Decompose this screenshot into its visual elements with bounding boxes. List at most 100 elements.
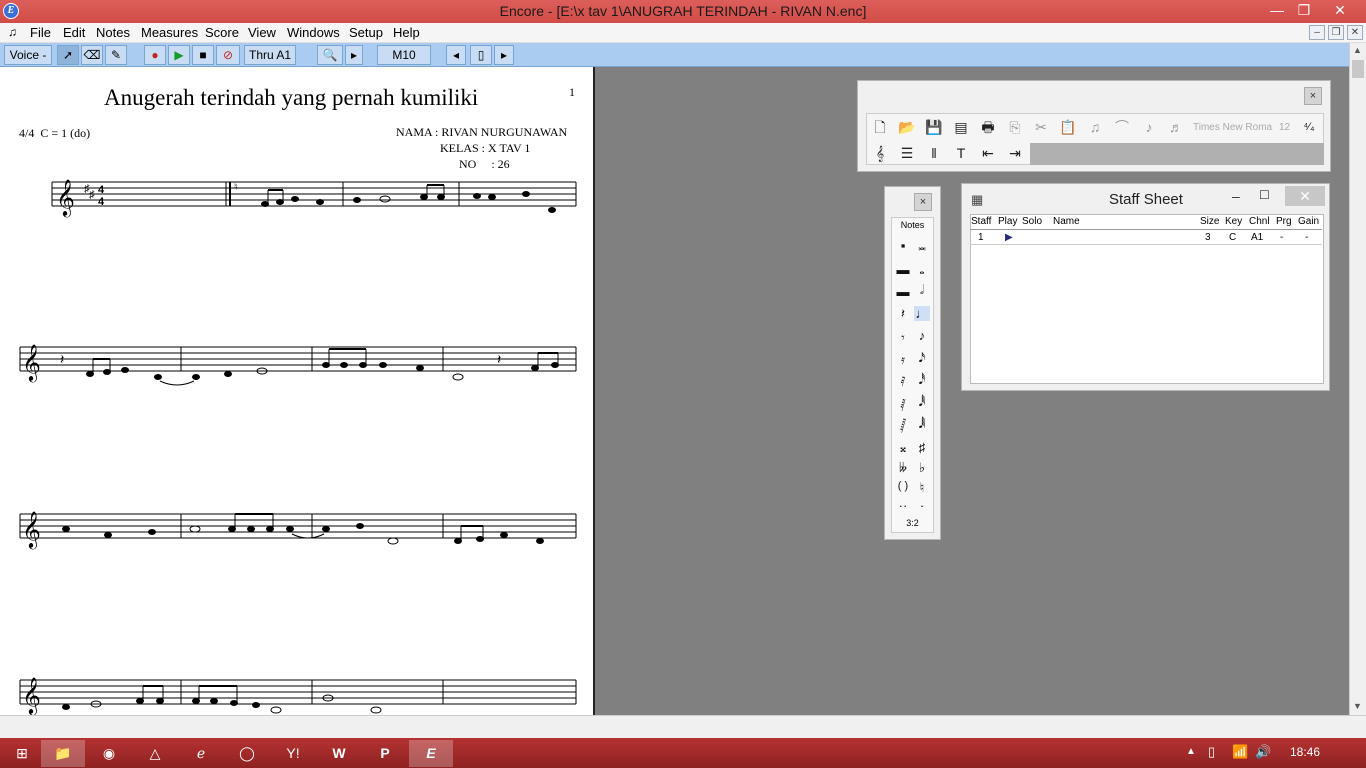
word-icon[interactable]: W: [317, 740, 361, 767]
close-button[interactable]: ✕: [1325, 0, 1355, 22]
time-signature-icon[interactable]: ⁴⁄₄: [1299, 117, 1319, 137]
sixty-fourth-note-icon[interactable]: 𝅘𝅥𝅱: [914, 394, 930, 410]
cell-size[interactable]: 3: [1205, 232, 1211, 243]
menu-setup[interactable]: Setup: [349, 25, 383, 40]
quarter-rest-icon[interactable]: 𝄽: [895, 306, 911, 322]
cell-staff[interactable]: 1: [978, 232, 984, 243]
next-page-icon[interactable]: ▸: [494, 45, 514, 65]
thirty-second-rest-icon[interactable]: 𝅀: [895, 374, 911, 390]
measure-field[interactable]: M10: [377, 45, 431, 65]
staff-system-2[interactable]: 𝄞 𝄽 𝄽: [0, 337, 595, 392]
zoom-icon[interactable]: 🔍: [317, 45, 343, 65]
sixty-fourth-rest-icon[interactable]: 𝅁: [895, 396, 911, 412]
eighth-note-icon[interactable]: ♪: [914, 328, 930, 343]
menu-file[interactable]: File: [30, 25, 51, 40]
document-icon[interactable]: ♫: [8, 25, 17, 39]
staff-sheet-minimize-button[interactable]: –: [1232, 188, 1240, 204]
print-icon[interactable]: 🖶: [978, 117, 998, 137]
open-folder-icon[interactable]: 📂: [897, 117, 917, 137]
restore-button[interactable]: ❐: [1289, 0, 1319, 22]
add-measure-icon[interactable]: ⇥: [1005, 143, 1025, 163]
hundred-twenty-eighth-note-icon[interactable]: 𝅘𝅥𝅲: [914, 416, 930, 432]
ie-icon[interactable]: ℯ: [179, 740, 223, 767]
parentheses-icon[interactable]: ( ): [895, 480, 911, 492]
explorer-icon[interactable]: 📁: [41, 740, 85, 767]
flat-icon[interactable]: ♭: [914, 460, 930, 476]
staff-system-1[interactable]: 𝄞 ♯ ♯ 44 ♮: [0, 172, 595, 222]
copy-icon[interactable]: ⎘: [1005, 117, 1025, 137]
header-play[interactable]: Play: [998, 216, 1017, 227]
stop-icon[interactable]: ■: [192, 45, 214, 65]
start-icon[interactable]: ⊞: [0, 740, 44, 767]
sixteenth-rest-icon[interactable]: 𝄿: [895, 352, 911, 368]
mdi-minimize-button[interactable]: –: [1309, 25, 1325, 40]
eighth-rest-icon[interactable]: 𝄾: [895, 330, 911, 346]
voice-dropdown[interactable]: Voice -: [4, 45, 52, 65]
natural-icon[interactable]: ♮: [914, 480, 930, 496]
thirty-second-note-icon[interactable]: 𝅘𝅥𝅰: [914, 372, 930, 388]
battery-icon[interactable]: ▯: [1208, 744, 1215, 760]
header-size[interactable]: Size: [1200, 216, 1219, 227]
scroll-down-icon[interactable]: ▼: [1353, 701, 1362, 711]
vertical-scrollbar[interactable]: ▲ ▼: [1349, 43, 1366, 715]
clef-key-icon[interactable]: 𝄞: [870, 143, 890, 163]
powerpoint-icon[interactable]: P: [363, 740, 407, 767]
page-icon[interactable]: ▯: [470, 45, 492, 65]
yahoo-icon[interactable]: Y!: [271, 740, 315, 767]
staff-sheet-table[interactable]: [970, 214, 1324, 384]
sixteenth-note-icon[interactable]: 𝅘𝅥𝅯: [914, 350, 930, 366]
beam-icon[interactable]: ♫: [1085, 117, 1105, 137]
arrow-tool-icon[interactable]: ➚: [57, 45, 79, 65]
avast-icon[interactable]: △: [133, 740, 177, 767]
thru-selector[interactable]: Thru A1: [244, 45, 296, 65]
header-prg[interactable]: Prg: [1276, 216, 1292, 227]
sharp-icon[interactable]: ♯: [914, 440, 930, 455]
header-solo[interactable]: Solo: [1022, 216, 1042, 227]
score-page[interactable]: Anugerah terindah yang pernah kumiliki 1…: [0, 67, 595, 715]
flip-stem-icon[interactable]: ♪: [1139, 117, 1159, 137]
page-layout-icon[interactable]: ▤: [951, 117, 971, 137]
save-icon[interactable]: 💾: [924, 117, 944, 137]
eraser-icon[interactable]: ⌫: [81, 45, 103, 65]
pencil-icon[interactable]: ✎: [105, 45, 127, 65]
zoom-arrow-icon[interactable]: ▸: [345, 45, 363, 65]
menu-score[interactable]: Score: [205, 25, 239, 40]
staff-system-4[interactable]: 𝄞: [0, 670, 595, 715]
mdi-close-button[interactable]: ✕: [1347, 25, 1363, 40]
mdi-restore-button[interactable]: ❐: [1328, 25, 1344, 40]
network-icon[interactable]: 📶: [1232, 744, 1248, 760]
header-name[interactable]: Name: [1053, 216, 1080, 227]
menu-windows[interactable]: Windows: [287, 25, 340, 40]
volume-icon[interactable]: 🔊: [1255, 744, 1271, 760]
cell-prg[interactable]: -: [1280, 232, 1283, 243]
insert-staff-icon[interactable]: ⇤: [978, 143, 998, 163]
show-hidden-icons[interactable]: ▲: [1186, 746, 1196, 757]
prev-page-icon[interactable]: ◂: [446, 45, 466, 65]
clock[interactable]: 18:46: [1290, 745, 1320, 759]
opera-icon[interactable]: ◯: [225, 740, 269, 767]
header-staff[interactable]: Staff: [971, 216, 991, 227]
firefox-icon[interactable]: ◉: [87, 740, 131, 767]
tuplet-button[interactable]: 3:2: [892, 518, 933, 528]
half-note-icon[interactable]: 𝅗𝅥: [914, 282, 930, 298]
scroll-up-icon[interactable]: ▲: [1353, 45, 1362, 55]
whole-rest-icon[interactable]: ▬: [895, 262, 911, 277]
menu-notes[interactable]: Notes: [96, 25, 130, 40]
barline-icon[interactable]: ‖: [924, 143, 944, 163]
breve-rest-icon[interactable]: ▪: [895, 238, 911, 253]
text-icon[interactable]: T: [951, 143, 971, 163]
menu-measures[interactable]: Measures: [141, 25, 198, 40]
cell-gain[interactable]: -: [1305, 232, 1308, 243]
paste-icon[interactable]: 📋: [1058, 117, 1078, 137]
notes-palette-close-button[interactable]: ×: [914, 193, 932, 211]
cell-chnl[interactable]: A1: [1251, 232, 1263, 243]
new-file-icon[interactable]: 🗋: [870, 117, 890, 137]
font-size-field[interactable]: 12: [1279, 122, 1290, 133]
menu-help[interactable]: Help: [393, 25, 420, 40]
toolbar-panel-close-button[interactable]: ×: [1304, 87, 1322, 105]
double-sharp-icon[interactable]: 𝄪: [895, 440, 911, 456]
double-flat-icon[interactable]: 𝄫: [895, 460, 911, 476]
record-icon[interactable]: ●: [144, 45, 166, 65]
tuplet-icon[interactable]: ♬: [1166, 117, 1186, 137]
minimize-button[interactable]: —: [1262, 0, 1292, 22]
